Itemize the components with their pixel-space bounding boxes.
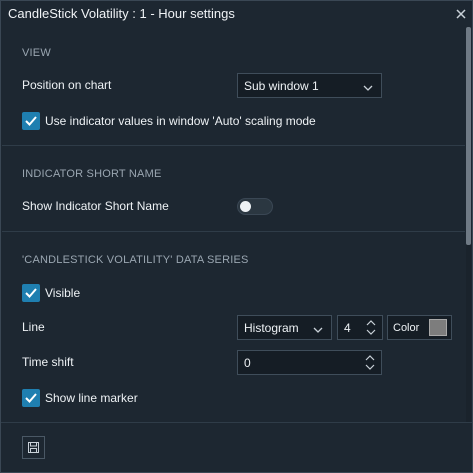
line-width-stepper[interactable]: 4 bbox=[337, 315, 383, 340]
stepper-arrows-icon[interactable] bbox=[364, 354, 376, 371]
section-heading-data-series: 'CANDLESTICK VOLATILITY' DATA SERIES bbox=[22, 254, 249, 266]
show-short-name-toggle[interactable] bbox=[237, 198, 273, 215]
save-template-button[interactable] bbox=[22, 436, 45, 459]
settings-content: VIEW Position on chart Sub window 1 Use … bbox=[2, 27, 465, 422]
show-short-name-label: Show Indicator Short Name bbox=[22, 199, 169, 213]
toggle-knob bbox=[240, 201, 251, 212]
stepper-arrows-icon[interactable] bbox=[365, 319, 377, 336]
line-type-select[interactable]: Histogram bbox=[237, 315, 332, 340]
time-shift-value: 0 bbox=[244, 356, 251, 370]
color-swatch bbox=[429, 319, 447, 336]
line-marker-checkbox[interactable] bbox=[22, 389, 40, 407]
section-divider bbox=[2, 231, 465, 232]
autoscale-checkbox[interactable] bbox=[22, 112, 40, 130]
scrollbar[interactable] bbox=[466, 27, 471, 422]
color-label: Color bbox=[393, 322, 420, 334]
line-marker-label: Show line marker bbox=[45, 391, 138, 405]
section-heading-view: VIEW bbox=[22, 47, 51, 59]
time-shift-label: Time shift bbox=[22, 355, 74, 369]
dialog-footer bbox=[1, 422, 472, 472]
visible-label: Visible bbox=[45, 286, 81, 300]
section-heading-short-name: INDICATOR SHORT NAME bbox=[22, 168, 162, 180]
save-icon bbox=[28, 442, 39, 453]
check-icon bbox=[25, 288, 37, 298]
position-on-chart-select[interactable]: Sub window 1 bbox=[237, 73, 382, 98]
close-icon[interactable] bbox=[454, 7, 468, 21]
line-color-picker[interactable]: Color bbox=[387, 315, 452, 340]
visible-checkbox[interactable] bbox=[22, 284, 40, 302]
line-label: Line bbox=[22, 320, 45, 334]
position-on-chart-label: Position on chart bbox=[22, 78, 112, 92]
chevron-down-icon bbox=[363, 81, 373, 91]
position-on-chart-value: Sub window 1 bbox=[244, 79, 319, 93]
title-bar: CandleStick Volatility : 1 - Hour settin… bbox=[1, 1, 472, 26]
dialog-title: CandleStick Volatility : 1 - Hour settin… bbox=[8, 6, 235, 21]
scrollbar-thumb[interactable] bbox=[466, 27, 471, 245]
settings-dialog: CandleStick Volatility : 1 - Hour settin… bbox=[0, 0, 473, 473]
section-divider bbox=[2, 145, 465, 146]
check-icon bbox=[25, 393, 37, 403]
line-type-value: Histogram bbox=[244, 321, 299, 335]
autoscale-label: Use indicator values in window 'Auto' sc… bbox=[45, 114, 316, 128]
line-width-value: 4 bbox=[344, 321, 351, 335]
check-icon bbox=[25, 116, 37, 126]
time-shift-stepper[interactable]: 0 bbox=[237, 350, 382, 375]
chevron-down-icon bbox=[313, 323, 323, 333]
